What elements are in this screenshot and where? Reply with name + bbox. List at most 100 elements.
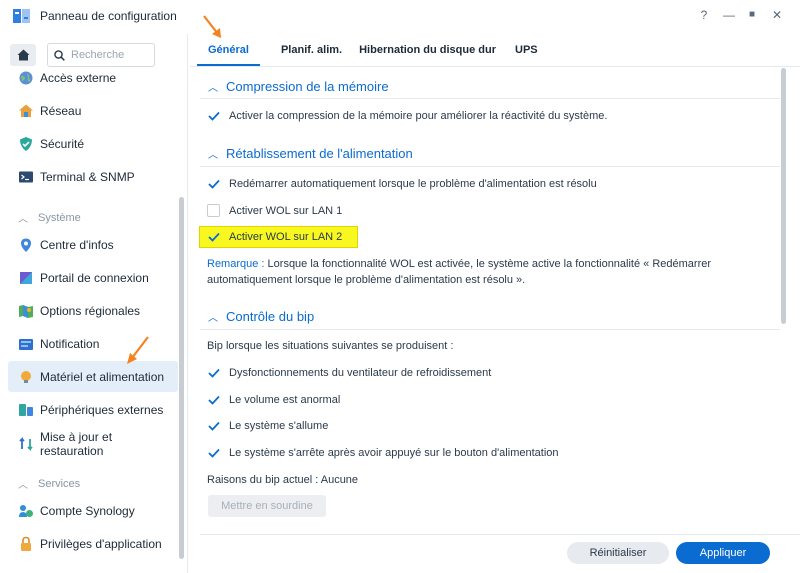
footer-divider — [200, 534, 800, 535]
control-panel-icon — [13, 9, 30, 23]
tab-power-schedule[interactable]: Planif. alim. — [279, 36, 342, 66]
annotation-arrow-icon — [127, 336, 149, 364]
chevron-up-icon: ︿ — [208, 150, 218, 161]
sidebar-item-external-devices[interactable]: Périphériques externes — [8, 394, 178, 425]
section-services[interactable]: ︿ Services — [18, 476, 81, 492]
update-icon — [18, 436, 34, 452]
sidebar-item-security[interactable]: Sécurité — [8, 128, 178, 159]
sidebar-item-regional-options[interactable]: Options régionales — [8, 295, 178, 326]
mute-button[interactable]: Mettre en sourdine — [208, 495, 326, 517]
lock-icon — [18, 536, 34, 552]
section-divider — [200, 329, 780, 330]
section-divider — [200, 98, 780, 99]
sidebar-item-terminal[interactable]: Terminal & SNMP — [8, 161, 178, 192]
option-label: Activer WOL sur LAN 1 — [229, 204, 343, 217]
title-bar: Panneau de configuration ? — ■ ✕ — [0, 0, 800, 32]
section-power-recovery[interactable]: ︿ Rétablissement de l'alimentation — [208, 146, 413, 161]
sidebar-scrollbar[interactable] — [179, 197, 184, 559]
sidebar-item-label: Portail de connexion — [40, 270, 149, 285]
checkbox-checked-icon[interactable] — [207, 446, 220, 459]
option-label: Dysfonctionnements du ventilateur de ref… — [229, 366, 492, 379]
option-label: Le volume est anormal — [229, 393, 341, 406]
close-button[interactable]: ✕ — [770, 8, 784, 22]
shield-icon — [18, 136, 34, 152]
search-input[interactable] — [71, 49, 151, 61]
checkbox-unchecked-icon[interactable] — [207, 204, 220, 217]
chevron-up-icon: ︿ — [18, 480, 28, 491]
section-label: Services — [38, 477, 81, 490]
section-divider — [200, 166, 780, 167]
content-scrollbar[interactable] — [781, 68, 786, 324]
sidebar-item-label-line2: restauration — [40, 444, 104, 458]
sidebar-item-app-privileges[interactable]: Privilèges d'application — [8, 528, 178, 559]
tab-bar: Général Planif. alim. Hibernation du dis… — [197, 36, 568, 66]
tab-ups[interactable]: UPS — [513, 36, 549, 66]
sidebar-item-label: Mise à jour et — [40, 430, 113, 444]
sidebar-item-label: Compte Synology — [40, 503, 135, 518]
sidebar-item-info-center[interactable]: Centre d'infos — [8, 229, 178, 260]
minimize-button[interactable]: — — [722, 8, 736, 22]
search-icon — [54, 49, 65, 61]
beep-shutdown-option[interactable]: Le système s'arrête après avoir appuyé s… — [207, 446, 559, 459]
section-beep-control[interactable]: ︿ Contrôle du bip — [208, 309, 314, 324]
sidebar: Accès externe Réseau Sécurité Terminal &… — [0, 34, 188, 573]
devices-icon — [18, 402, 34, 418]
sidebar-item-synology-account[interactable]: Compte Synology — [8, 495, 178, 526]
sidebar-item-network[interactable]: Réseau — [8, 95, 178, 126]
memory-compression-option[interactable]: Activer la compression de la mémoire pou… — [207, 109, 607, 122]
reset-button[interactable]: Réinitialiser — [567, 542, 669, 564]
section-title: Compression de la mémoire — [226, 79, 389, 94]
beep-intro: Bip lorsque les situations suivantes se … — [207, 340, 454, 352]
checkbox-checked-icon[interactable] — [207, 393, 220, 406]
sidebar-item-login-portal[interactable]: Portail de connexion — [8, 262, 178, 293]
beep-fan-option[interactable]: Dysfonctionnements du ventilateur de ref… — [207, 366, 491, 379]
sidebar-item-label: Privilèges d'application — [40, 536, 162, 551]
sidebar-item-hardware-power[interactable]: Matériel et alimentation — [8, 361, 178, 392]
section-label: Système — [38, 211, 81, 224]
sidebar-item-label: Terminal & SNMP — [40, 169, 135, 184]
tab-hdd-hibernation[interactable]: Hibernation du disque dur — [359, 36, 496, 66]
chevron-up-icon: ︿ — [208, 313, 218, 324]
chevron-up-icon: ︿ — [18, 214, 28, 225]
sidebar-item-label: Options régionales — [40, 303, 141, 318]
maximize-button[interactable]: ■ — [745, 8, 759, 22]
bulb-icon — [18, 369, 34, 385]
sidebar-item-notification[interactable]: Notification — [8, 328, 178, 359]
option-label: Le système s'arrête après avoir appuyé s… — [229, 446, 559, 459]
checkbox-checked-icon[interactable] — [207, 366, 220, 379]
remark-label: Remarque : — [207, 258, 265, 270]
section-title: Rétablissement de l'alimentation — [226, 146, 413, 161]
beep-volume-option[interactable]: Le volume est anormal — [207, 393, 340, 406]
checkbox-checked-icon[interactable] — [207, 230, 220, 243]
section-memory-compression[interactable]: ︿ Compression de la mémoire — [208, 79, 389, 94]
sidebar-item-label: Matériel et alimentation — [40, 369, 165, 384]
sidebar-item-update-restore[interactable]: Mise à jour et restauration — [8, 427, 178, 461]
account-icon — [18, 503, 34, 519]
house-icon — [18, 103, 34, 119]
chevron-up-icon: ︿ — [208, 83, 218, 94]
portal-icon — [18, 270, 34, 286]
sidebar-item-label: Centre d'infos — [40, 237, 114, 252]
home-icon — [17, 49, 29, 61]
section-system[interactable]: ︿ Système — [18, 210, 81, 226]
sidebar-item-external-access[interactable]: Accès externe — [8, 62, 178, 93]
help-button[interactable]: ? — [697, 8, 711, 22]
checkbox-checked-icon[interactable] — [207, 109, 220, 122]
checkbox-checked-icon[interactable] — [207, 419, 220, 432]
checkbox-checked-icon[interactable] — [207, 177, 220, 190]
wol-lan2-option[interactable]: Activer WOL sur LAN 2 — [207, 230, 342, 243]
sidebar-item-label: Accès externe — [40, 70, 117, 85]
beep-reason: Raisons du bip actuel : Aucune — [207, 474, 359, 486]
remark-text: Remarque : Lorsque la fonctionnalité WOL… — [207, 256, 772, 288]
apply-button[interactable]: Appliquer — [676, 542, 770, 564]
map-icon — [18, 303, 34, 319]
wol-lan1-option[interactable]: Activer WOL sur LAN 1 — [207, 204, 342, 217]
auto-restart-option[interactable]: Redémarrer automatiquement lorsque le pr… — [207, 177, 597, 190]
terminal-icon — [18, 169, 34, 185]
remark-body: Lorsque la fonctionnalité WOL est activé… — [207, 258, 712, 286]
info-icon — [18, 237, 34, 253]
tabs-divider — [190, 66, 800, 67]
beep-power-on-option[interactable]: Le système s'allume — [207, 419, 328, 432]
option-label: Activer la compression de la mémoire pou… — [229, 109, 608, 122]
sidebar-item-label: Réseau — [40, 103, 82, 118]
